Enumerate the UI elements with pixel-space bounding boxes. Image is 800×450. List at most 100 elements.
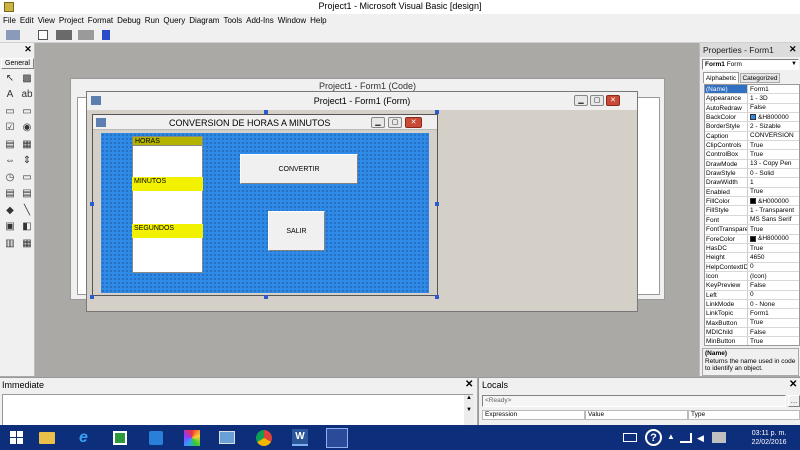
property-value[interactable]: 4650: [748, 253, 799, 261]
chevron-down-icon[interactable]: ▼: [791, 60, 797, 69]
property-value[interactable]: MS Sans Serif: [748, 216, 799, 224]
property-row[interactable]: AutoRedraw False: [705, 103, 799, 114]
add-form-icon[interactable]: [38, 30, 48, 40]
property-value[interactable]: True: [748, 319, 799, 327]
property-row[interactable]: KeyPreview False: [705, 281, 799, 291]
lock-icon[interactable]: [102, 30, 110, 40]
menu-file[interactable]: File: [3, 16, 16, 25]
help-icon[interactable]: ?: [645, 429, 662, 446]
property-value[interactable]: 0 - Solid: [748, 169, 799, 177]
remote-desktop-icon[interactable]: [219, 431, 235, 444]
property-value[interactable]: Form1: [748, 309, 799, 317]
visual-basic-taskbar-icon[interactable]: [326, 428, 348, 448]
menu-editor-icon[interactable]: [56, 30, 72, 40]
property-row[interactable]: LinkMode 0 - None: [705, 299, 799, 310]
label-segundos[interactable]: SEGUNDOS: [132, 224, 203, 238]
property-row[interactable]: DrawStyle 0 - Solid: [705, 169, 799, 179]
property-value[interactable]: CONVERSION: [748, 132, 799, 140]
menu-edit[interactable]: Edit: [20, 16, 34, 25]
property-row[interactable]: Left 0: [705, 290, 799, 300]
toolbox-listbox-icon[interactable]: ▦: [20, 137, 34, 151]
salir-button[interactable]: SALIR: [268, 211, 325, 251]
windows-start-icon[interactable]: [10, 431, 23, 444]
designer-maximize-button[interactable]: ▢: [590, 95, 604, 106]
form1-close-button[interactable]: ✕: [405, 117, 422, 128]
property-value[interactable]: 2 - Sizable: [748, 122, 799, 130]
toolbox-hscrollbar-icon[interactable]: ⇔: [3, 154, 17, 168]
menu-run[interactable]: Run: [145, 16, 160, 25]
tray-arrow-icon[interactable]: ▲: [667, 432, 675, 441]
property-value[interactable]: 1 - 3D: [748, 94, 799, 102]
network-icon[interactable]: [680, 433, 692, 443]
toolbox-pointer-icon[interactable]: ↖: [3, 71, 17, 85]
tab-categorized[interactable]: Categorized: [740, 73, 780, 83]
property-value[interactable]: 0: [748, 263, 799, 271]
column-expression[interactable]: Expression: [482, 410, 585, 420]
property-value[interactable]: True: [748, 141, 799, 149]
property-row[interactable]: Font MS Sans Serif: [705, 215, 799, 226]
volume-icon[interactable]: ◀: [697, 433, 704, 444]
property-value[interactable]: True: [748, 188, 799, 196]
textbox-column[interactable]: [132, 136, 203, 273]
menu-tools[interactable]: Tools: [223, 16, 242, 25]
resize-handle-bottom-left[interactable]: [90, 295, 94, 299]
property-row[interactable]: FillStyle 1 - Transparent: [705, 206, 799, 216]
toolbox-label-icon[interactable]: A: [3, 88, 17, 102]
property-row[interactable]: Height 4650: [705, 253, 799, 263]
toolbox-commandbutton-icon[interactable]: ▭: [20, 104, 34, 118]
toolbox-combobox-icon[interactable]: ▤: [3, 137, 17, 151]
locals-browse-button[interactable]: …: [788, 395, 800, 407]
property-row[interactable]: HasDC True: [705, 243, 799, 254]
property-row[interactable]: Icon (Icon): [705, 271, 799, 282]
property-value[interactable]: False: [748, 281, 799, 289]
immediate-scrollbar[interactable]: ▲ ▼: [464, 395, 474, 425]
toolbox-line-icon[interactable]: ╲: [20, 203, 34, 217]
resize-handle-right[interactable]: [435, 202, 439, 206]
toolbox-data-icon[interactable]: ◧: [20, 220, 34, 234]
property-row[interactable]: Enabled True: [705, 187, 799, 198]
tab-alphabetic[interactable]: Alphabetic: [703, 72, 739, 83]
toolbox-shape-icon[interactable]: ◆: [3, 203, 17, 217]
label-horas[interactable]: HORAS: [132, 136, 203, 146]
property-value[interactable]: True: [748, 244, 799, 252]
properties-close-button[interactable]: ✕: [789, 44, 797, 55]
property-value[interactable]: True: [748, 150, 799, 158]
immediate-close-button[interactable]: ✕: [465, 379, 473, 390]
property-row[interactable]: ClipControls True: [705, 141, 799, 151]
form1-maximize-button[interactable]: ▢: [388, 117, 402, 128]
toolbox-drivelistbox-icon[interactable]: ▭: [20, 170, 34, 184]
property-value[interactable]: (Icon): [748, 272, 799, 280]
property-row[interactable]: LinkTopic Form1: [705, 309, 799, 319]
property-row[interactable]: ControlBox True: [705, 150, 799, 160]
property-value[interactable]: &H800000: [748, 113, 799, 121]
menu-project[interactable]: Project: [59, 16, 84, 25]
property-value[interactable]: 1: [748, 178, 799, 186]
language-icon[interactable]: [712, 432, 726, 443]
form-designer-window[interactable]: Project1 - Form1 (Form) ▁ ▢ ✕ CONVERSION…: [86, 91, 638, 312]
property-value[interactable]: Form1: [748, 85, 799, 93]
chrome-icon[interactable]: [256, 430, 272, 446]
property-value[interactable]: True: [748, 337, 799, 345]
property-value[interactable]: 0 - None: [748, 300, 799, 308]
property-row[interactable]: ForeColor &H800000: [705, 234, 799, 244]
column-type[interactable]: Type: [688, 410, 800, 420]
property-row[interactable]: FontTransparentTrue: [705, 225, 799, 235]
keyboard-icon[interactable]: [623, 433, 637, 442]
property-value[interactable]: False: [748, 328, 799, 336]
menu-addins[interactable]: Add-Ins: [246, 16, 274, 25]
toolbox-picturebox-icon[interactable]: ▩: [20, 71, 34, 85]
property-row[interactable]: (Name) Form1: [705, 85, 799, 95]
toolbox-frame-icon[interactable]: ▭: [3, 104, 17, 118]
property-value[interactable]: False: [748, 104, 799, 112]
property-row[interactable]: BorderStyle 2 - Sizable: [705, 122, 799, 132]
toolbox-textbox-icon[interactable]: ab: [20, 88, 34, 102]
property-row[interactable]: DrawWidth 1: [705, 178, 799, 188]
form1-client-area[interactable]: HORAS MINUTOS SEGUNDOS CONVERTIR SALIR: [101, 133, 429, 293]
store-icon[interactable]: [113, 431, 127, 445]
designer-close-button[interactable]: ✕: [606, 95, 620, 106]
menu-view[interactable]: View: [38, 16, 55, 25]
add-project-icon[interactable]: [6, 30, 20, 40]
immediate-text-area[interactable]: [2, 394, 473, 426]
toolbox-checkbox-icon[interactable]: ☑: [3, 121, 17, 135]
property-value[interactable]: 1 - Transparent: [748, 206, 799, 214]
